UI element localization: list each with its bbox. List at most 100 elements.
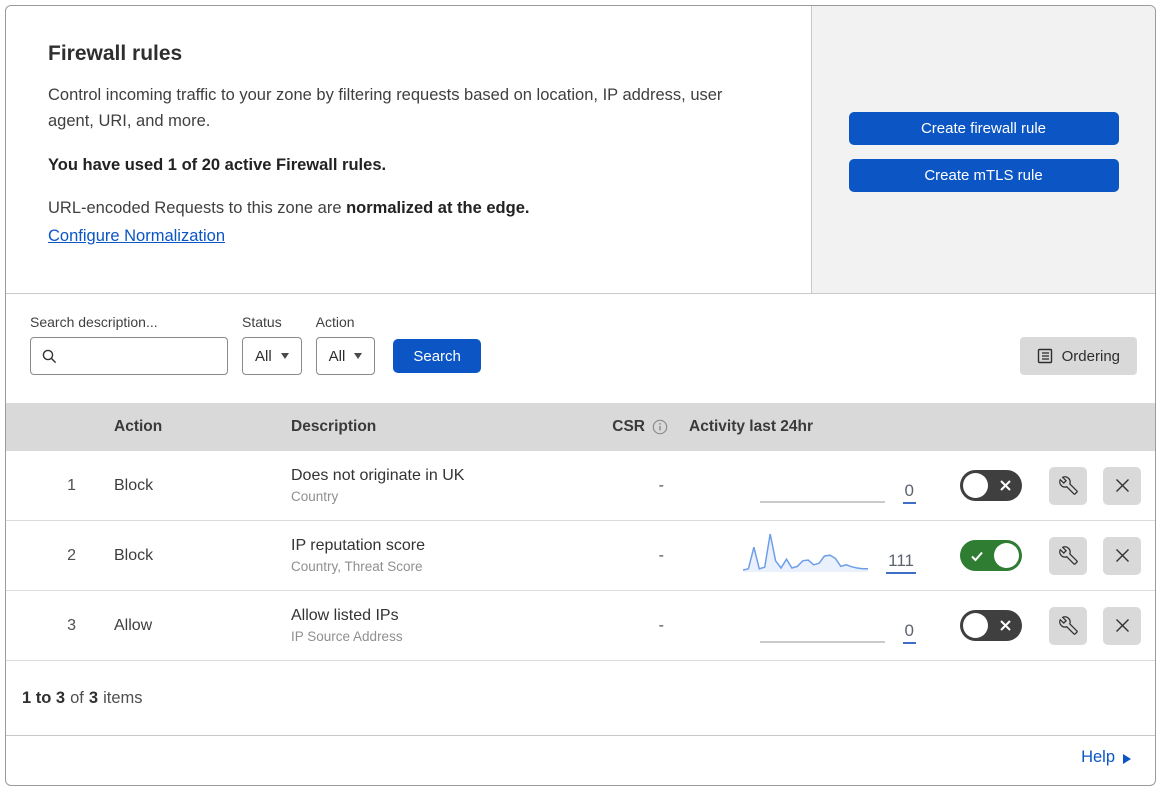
status-label: Status xyxy=(242,314,282,330)
configure-normalization-link[interactable]: Configure Normalization xyxy=(48,227,225,245)
normalization-note: URL-encoded Requests to this zone are no… xyxy=(48,199,771,218)
enable-toggle[interactable] xyxy=(960,540,1022,571)
rule-criteria: Country xyxy=(291,489,339,504)
filter-bar: Search description... Status All Action … xyxy=(6,294,1155,403)
delete-rule-button[interactable] xyxy=(1103,536,1141,575)
rule-description: Does not originate in UK xyxy=(291,467,465,484)
status-dropdown-value: All xyxy=(255,347,272,365)
rule-description-cell: Does not originate in UK Country xyxy=(271,467,576,504)
rule-edit-cell xyxy=(1041,521,1095,590)
wrench-icon xyxy=(1058,476,1078,495)
delete-rule-button[interactable] xyxy=(1103,606,1141,645)
wrench-icon xyxy=(1058,616,1078,635)
rule-csr: - xyxy=(658,546,664,564)
action-label: Action xyxy=(315,314,355,330)
rule-toggle-cell xyxy=(941,451,1041,520)
rule-csr: - xyxy=(658,616,664,634)
page-description: Control incoming traffic to your zone by… xyxy=(48,86,723,130)
header-cell-csr: CSR xyxy=(576,418,676,436)
activity-sparkline xyxy=(759,641,885,643)
search-box[interactable] xyxy=(30,337,228,375)
actions-panel: Create firewall rule Create mTLS rule xyxy=(811,6,1155,293)
normalization-bold-text: normalized at the edge. xyxy=(346,199,530,217)
help-label: Help xyxy=(1081,748,1115,766)
edit-rule-button[interactable] xyxy=(1049,606,1087,645)
status-dropdown[interactable]: All xyxy=(242,337,302,375)
rule-priority: 1 xyxy=(67,476,76,494)
ordering-button[interactable]: Ordering xyxy=(1019,337,1137,375)
rule-activity-cell: 0 xyxy=(676,451,941,520)
rule-description-cell: IP reputation score Country, Threat Scor… xyxy=(271,537,576,574)
activity-count-link[interactable]: 0 xyxy=(902,622,916,644)
rule-action: Allow xyxy=(114,616,153,634)
edit-rule-button[interactable] xyxy=(1049,466,1087,505)
delete-rule-button[interactable] xyxy=(1103,466,1141,505)
rule-delete-cell xyxy=(1095,451,1149,520)
chevron-down-icon xyxy=(280,353,289,359)
status-group: Status All xyxy=(242,314,302,375)
enable-toggle[interactable] xyxy=(960,470,1022,501)
pagination-summary: 1 to 3 of 3 items xyxy=(6,661,1155,735)
create-mtls-rule-button[interactable]: Create mTLS rule xyxy=(848,159,1119,192)
activity-sparkline xyxy=(743,533,869,572)
rule-activity-cell: 111 xyxy=(676,521,941,590)
rule-description: Allow listed IPs xyxy=(291,607,399,624)
rule-activity-cell: 0 xyxy=(676,591,941,660)
enable-toggle[interactable] xyxy=(960,610,1022,641)
ordering-button-label: Ordering xyxy=(1061,347,1120,365)
rule-delete-cell xyxy=(1095,521,1149,590)
create-firewall-rule-button[interactable]: Create firewall rule xyxy=(848,112,1119,145)
info-icon[interactable] xyxy=(652,419,668,435)
search-icon xyxy=(42,349,57,363)
rule-action: Block xyxy=(114,476,154,494)
csr-header-label: CSR xyxy=(612,418,645,435)
edit-rule-button[interactable] xyxy=(1049,536,1087,575)
normalization-text: URL-encoded Requests to this zone are xyxy=(48,199,347,217)
wrench-icon xyxy=(1058,546,1078,565)
search-label: Search description... xyxy=(30,314,158,330)
header-cell-description: Description xyxy=(291,418,377,435)
activity-sparkline xyxy=(759,501,885,503)
toggle-knob xyxy=(963,613,988,638)
header-cell-action: Action xyxy=(114,418,163,435)
rule-priority: 3 xyxy=(67,616,76,634)
rule-toggle-cell xyxy=(941,521,1041,590)
rule-edit-cell xyxy=(1041,451,1095,520)
help-bar: Help xyxy=(6,735,1155,779)
items-of-label: of xyxy=(70,688,84,707)
search-group: Search description... xyxy=(30,314,228,375)
rule-description: IP reputation score xyxy=(291,537,426,554)
rule-criteria: Country, Threat Score xyxy=(291,559,423,574)
rule-description-cell: Allow listed IPs IP Source Address xyxy=(271,607,576,644)
help-link[interactable]: Help xyxy=(1081,748,1131,767)
rule-csr: - xyxy=(658,476,664,494)
header-cell-activity: Activity last 24hr xyxy=(689,418,814,435)
items-total: 3 xyxy=(88,688,99,707)
activity-count-link[interactable]: 111 xyxy=(886,552,916,574)
header-text-area: Firewall rules Control incoming traffic … xyxy=(6,6,811,293)
usage-note: You have used 1 of 20 active Firewall ru… xyxy=(48,156,387,174)
header-section: Firewall rules Control incoming traffic … xyxy=(6,6,1155,294)
search-input[interactable] xyxy=(64,346,227,366)
right-arrow-icon xyxy=(1123,753,1131,764)
table-row: 2 Block IP reputation score Country, Thr… xyxy=(6,521,1155,591)
toggle-knob xyxy=(994,543,1019,568)
action-dropdown[interactable]: All xyxy=(315,337,376,375)
toggle-knob xyxy=(963,473,988,498)
table-row: 3 Allow Allow listed IPs IP Source Addre… xyxy=(6,591,1155,661)
firewall-rules-panel: Firewall rules Control incoming traffic … xyxy=(5,5,1156,786)
close-icon xyxy=(1115,619,1129,632)
table-header: Action Description CSR Activity last 24h… xyxy=(6,403,1155,451)
action-group: Action All xyxy=(315,314,376,375)
search-button[interactable]: Search xyxy=(393,339,481,373)
close-icon xyxy=(1115,479,1129,492)
page-title: Firewall rules xyxy=(48,42,183,65)
check-icon xyxy=(971,551,983,561)
items-label: items xyxy=(103,688,143,707)
items-range: 1 to 3 xyxy=(22,688,66,707)
rule-delete-cell xyxy=(1095,591,1149,660)
ordering-list-icon xyxy=(1037,348,1052,364)
activity-count-link[interactable]: 0 xyxy=(902,482,916,504)
table-row: 1 Block Does not originate in UK Country… xyxy=(6,451,1155,521)
close-icon xyxy=(1115,549,1129,562)
